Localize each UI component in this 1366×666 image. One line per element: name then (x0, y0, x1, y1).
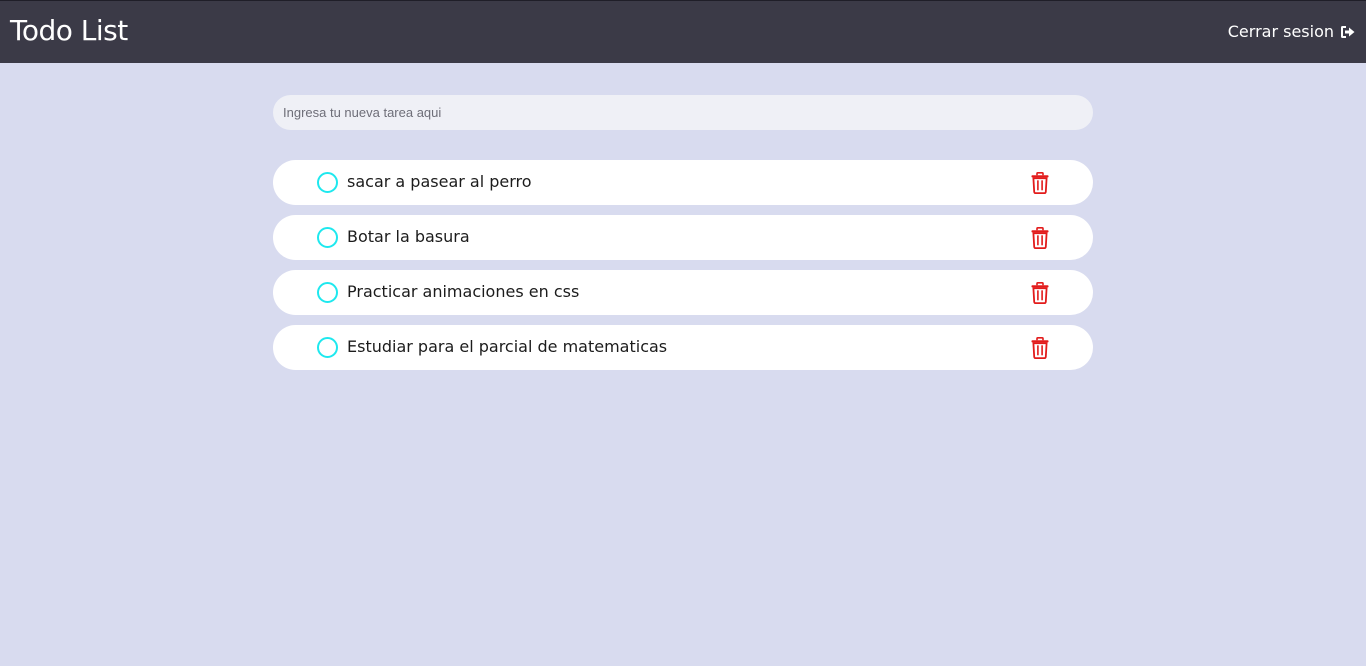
app-title: Todo List (10, 14, 128, 47)
task-item: sacar a pasear al perro (273, 160, 1093, 205)
trash-icon[interactable] (1031, 227, 1049, 250)
new-task-input[interactable] (273, 95, 1093, 130)
task-item: Botar la basura (273, 215, 1093, 260)
circle-check-icon[interactable] (317, 282, 338, 303)
task-text: Botar la basura (347, 227, 470, 246)
trash-icon[interactable] (1031, 172, 1049, 195)
task-text: sacar a pasear al perro (347, 172, 532, 191)
trash-icon[interactable] (1031, 337, 1049, 360)
sign-out-icon (1340, 24, 1356, 40)
task-list: sacar a pasear al perro Botar la basura (273, 160, 1093, 370)
task-item: Practicar animaciones en css (273, 270, 1093, 315)
todo-content: sacar a pasear al perro Botar la basura (273, 95, 1093, 380)
logout-button[interactable]: Cerrar sesion (1228, 21, 1356, 43)
circle-check-icon[interactable] (317, 337, 338, 358)
task-text: Estudiar para el parcial de matematicas (347, 337, 668, 356)
circle-check-icon[interactable] (317, 172, 338, 193)
logout-label: Cerrar sesion (1227, 22, 1334, 41)
task-text: Practicar animaciones en css (347, 282, 580, 301)
app-header: Todo List Cerrar sesion (0, 0, 1366, 63)
task-item: Estudiar para el parcial de matematicas (273, 325, 1093, 370)
circle-check-icon[interactable] (317, 227, 338, 248)
trash-icon[interactable] (1031, 282, 1049, 305)
